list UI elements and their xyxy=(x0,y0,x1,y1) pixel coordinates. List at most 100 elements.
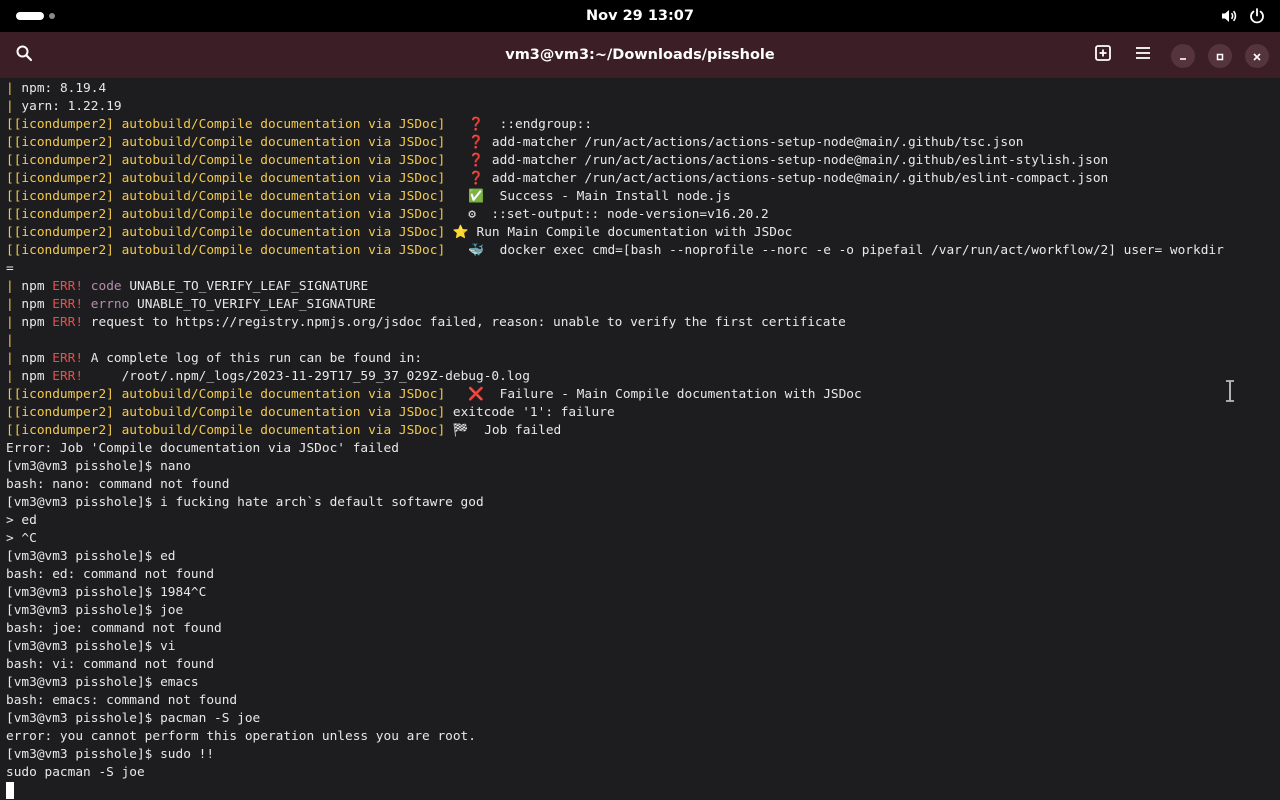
terminal-line: [vm3@vm3 pisshole]$ i fucking hate arch`… xyxy=(6,494,1280,512)
terminal-text-segment: /root/.npm/_logs/2023-11-29T17_59_37_029… xyxy=(83,369,530,384)
maximize-icon xyxy=(1215,47,1225,66)
workspace-indicator xyxy=(49,13,55,19)
terminal-text-segment: ERR! xyxy=(52,279,84,294)
terminal-text-segment: ERR! xyxy=(52,315,84,330)
maximize-button[interactable] xyxy=(1208,44,1232,68)
activities-indicator[interactable] xyxy=(16,11,56,21)
terminal-text-segment: [vm3@vm3 pisshole]$ 1984^C xyxy=(6,585,207,600)
terminal-line: [vm3@vm3 pisshole]$ emacs xyxy=(6,674,1280,692)
terminal-line: | xyxy=(6,332,1280,350)
new-tab-icon xyxy=(1094,44,1112,66)
terminal-text-segment: 🏁 Job failed xyxy=(445,423,562,438)
terminal-line: bash: ed: command not found xyxy=(6,566,1280,584)
terminal-line: [vm3@vm3 pisshole]$ ed xyxy=(6,548,1280,566)
terminal-text-segment: exitcode '1': failure xyxy=(445,405,615,420)
terminal-text-segment: | xyxy=(6,333,22,348)
new-tab-button[interactable] xyxy=(1087,39,1119,71)
terminal-line: | yarn: 1.22.19 xyxy=(6,98,1280,116)
terminal-text-segment: bash: ed: command not found xyxy=(6,567,215,582)
terminal-text-segment: npm xyxy=(21,279,53,294)
terminal-line: [[icondumper2] autobuild/Compile documen… xyxy=(6,404,1280,422)
terminal-text-segment: UNABLE_TO_VERIFY_LEAF_SIGNATURE xyxy=(121,279,369,294)
terminal-line: | npm ERR! code UNABLE_TO_VERIFY_LEAF_SI… xyxy=(6,278,1280,296)
workspace-active-indicator xyxy=(16,12,44,20)
terminal-text-segment: A complete log of this run can be found … xyxy=(83,351,423,366)
terminal-text-segment: ⚙ ::set-output:: node-version=v16.20.2 xyxy=(445,207,769,222)
terminal-text-segment: bash: joe: command not found xyxy=(6,621,222,636)
terminal-text-segment: npm xyxy=(21,297,53,312)
terminal-text-segment: npm xyxy=(21,315,53,330)
volume-icon[interactable] xyxy=(1220,7,1238,25)
terminal-line: > ed xyxy=(6,512,1280,530)
terminal-text-segment: error: you cannot perform this operation… xyxy=(6,729,476,744)
terminal-text-segment: [vm3@vm3 pisshole]$ i fucking hate arch`… xyxy=(6,495,484,510)
terminal-text-segment: ❓ add-matcher /run/act/actions/actions-s… xyxy=(445,135,1024,150)
terminal-text-segment: [[icondumper2] autobuild/Compile documen… xyxy=(6,387,446,402)
terminal-text-segment: [[icondumper2] autobuild/Compile documen… xyxy=(6,243,446,258)
terminal-text-segment: [vm3@vm3 pisshole]$ nano xyxy=(6,459,191,474)
terminal-text-segment: Error: Job 'Compile documentation via JS… xyxy=(6,441,399,456)
clock[interactable]: Nov 29 13:07 xyxy=(586,8,694,24)
text-cursor xyxy=(6,782,14,799)
terminal-text-segment: | xyxy=(6,81,22,96)
terminal-text-segment: bash: vi: command not found xyxy=(6,657,215,672)
main-menu-button[interactable] xyxy=(1127,39,1159,71)
search-button[interactable] xyxy=(8,39,40,71)
terminal-text-segment: ERR! xyxy=(52,297,84,312)
terminal-line: error: you cannot perform this operation… xyxy=(6,728,1280,746)
terminal-line: [[icondumper2] autobuild/Compile documen… xyxy=(6,242,1280,260)
terminal-text-segment: [[icondumper2] autobuild/Compile documen… xyxy=(6,423,446,438)
terminal-line: [[icondumper2] autobuild/Compile documen… xyxy=(6,422,1280,440)
terminal-line: > ^C xyxy=(6,530,1280,548)
power-icon[interactable] xyxy=(1248,7,1266,25)
terminal-line: [[icondumper2] autobuild/Compile documen… xyxy=(6,224,1280,242)
terminal-text-segment: ❓ add-matcher /run/act/actions/actions-s… xyxy=(445,153,1109,168)
terminal-input-line[interactable] xyxy=(6,782,1280,800)
terminal-text-segment: ⭐ Run Main Compile documentation with JS… xyxy=(445,225,793,240)
clock-container: Nov 29 13:07 xyxy=(0,0,1280,32)
terminal-line: bash: nano: command not found xyxy=(6,476,1280,494)
system-tray[interactable] xyxy=(1220,6,1266,26)
terminal-text-segment: [[icondumper2] autobuild/Compile documen… xyxy=(6,153,446,168)
terminal-text-segment: code xyxy=(90,279,122,294)
terminal-text-segment: ❓ ::endgroup:: xyxy=(445,117,593,132)
terminal-text-segment: ERR! xyxy=(52,369,84,384)
terminal-line: [vm3@vm3 pisshole]$ 1984^C xyxy=(6,584,1280,602)
terminal-line: [vm3@vm3 pisshole]$ nano xyxy=(6,458,1280,476)
terminal-text-segment: [vm3@vm3 pisshole]$ vi xyxy=(6,639,176,654)
terminal-line: | npm ERR! request to https://registry.n… xyxy=(6,314,1280,332)
terminal-line: bash: emacs: command not found xyxy=(6,692,1280,710)
terminal-line: Error: Job 'Compile documentation via JS… xyxy=(6,440,1280,458)
terminal-text-segment: npm xyxy=(21,351,53,366)
terminal-line: bash: joe: command not found xyxy=(6,620,1280,638)
terminal-text-segment: | xyxy=(6,315,22,330)
terminal-line: [[icondumper2] autobuild/Compile documen… xyxy=(6,188,1280,206)
terminal-text-segment: [[icondumper2] autobuild/Compile documen… xyxy=(6,117,446,132)
terminal-text-segment: UNABLE_TO_VERIFY_LEAF_SIGNATURE xyxy=(129,297,376,312)
terminal-text-segment: | xyxy=(6,297,22,312)
minimize-icon xyxy=(1178,47,1188,66)
terminal-text-segment: errno xyxy=(90,297,130,312)
minimize-button[interactable] xyxy=(1171,44,1195,68)
close-button[interactable] xyxy=(1245,44,1269,68)
terminal-line: [[icondumper2] autobuild/Compile documen… xyxy=(6,170,1280,188)
terminal-text-segment: [[icondumper2] autobuild/Compile documen… xyxy=(6,207,446,222)
terminal-line: [[icondumper2] autobuild/Compile documen… xyxy=(6,386,1280,404)
terminal-text-segment: bash: nano: command not found xyxy=(6,477,230,492)
terminal-text-segment: [vm3@vm3 pisshole]$ pacman -S joe xyxy=(6,711,261,726)
terminal-text-segment: [[icondumper2] autobuild/Compile documen… xyxy=(6,171,446,186)
terminal-text-segment: ERR! xyxy=(52,351,84,366)
terminal-view[interactable]: | npm: 8.19.4 | yarn: 1.22.19 [[icondumper… xyxy=(0,78,1280,800)
terminal-header-bar: vm3@vm3:~/Downloads/pisshole xyxy=(0,32,1280,78)
terminal-text-segment: sudo pacman -S joe xyxy=(6,765,145,780)
terminal-text-segment: = xyxy=(6,261,14,276)
terminal-line: = xyxy=(6,260,1280,278)
terminal-text-segment: npm: 8.19.4 xyxy=(21,81,107,96)
terminal-text-segment: | xyxy=(6,351,22,366)
text-cursor-pointer-icon xyxy=(1226,380,1234,402)
terminal-line: | npm ERR! /root/.npm/_logs/2023-11-29T1… xyxy=(6,368,1280,386)
terminal-line: [vm3@vm3 pisshole]$ joe xyxy=(6,602,1280,620)
close-icon xyxy=(1252,47,1262,66)
terminal-text-segment: [[icondumper2] autobuild/Compile documen… xyxy=(6,189,446,204)
